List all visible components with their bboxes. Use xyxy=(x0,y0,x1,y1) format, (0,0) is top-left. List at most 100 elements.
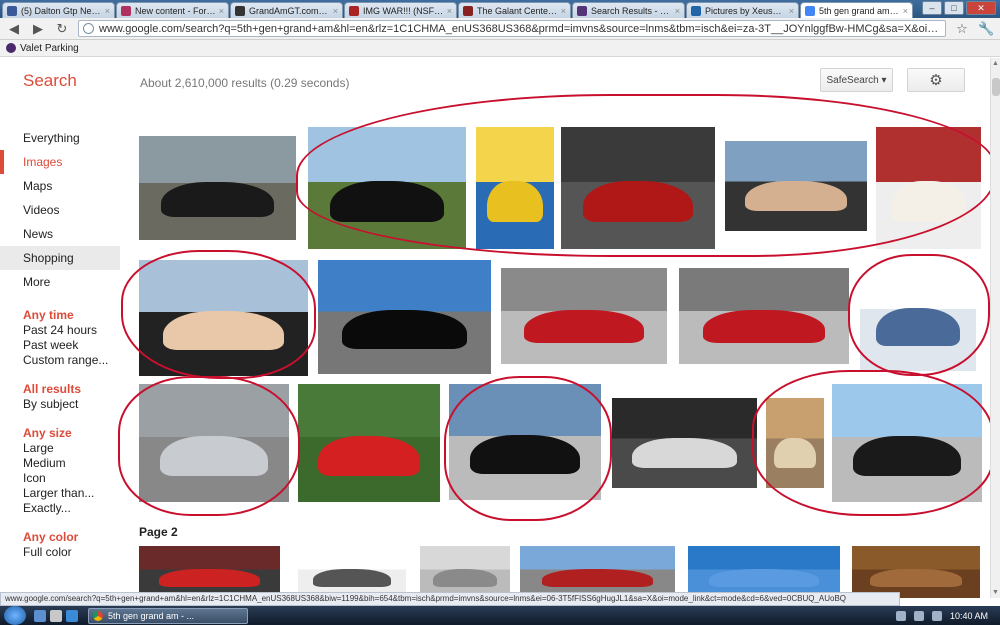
bookmark-star-icon[interactable]: ☆ xyxy=(954,21,970,37)
image-result-thumbnail[interactable] xyxy=(860,258,976,371)
image-result-thumbnail[interactable] xyxy=(298,546,406,598)
filter-option[interactable]: Medium xyxy=(0,456,120,471)
safesearch-button[interactable]: SafeSearch ▾ xyxy=(820,68,893,92)
search-brand[interactable]: Search xyxy=(23,71,77,91)
image-result-thumbnail[interactable] xyxy=(420,546,510,598)
windows-taskbar: 5th gen grand am - ... 10:40 AM xyxy=(0,606,1000,625)
page-2-label: Page 2 xyxy=(139,525,178,539)
bookmarks-bar: Valet Parking xyxy=(0,40,1000,57)
page-scrollbar[interactable]: ▲ ▼ xyxy=(990,58,1000,598)
volume-icon[interactable] xyxy=(931,610,942,621)
image-result-thumbnail[interactable] xyxy=(318,260,491,374)
back-icon[interactable]: ◀ xyxy=(6,21,22,37)
close-tab-icon[interactable]: × xyxy=(789,6,794,16)
browser-tab[interactable]: IMG WAR!!! (NSFW) × xyxy=(344,2,457,18)
filter-option[interactable]: Custom range... xyxy=(0,353,120,368)
minimize-button[interactable]: – xyxy=(922,1,942,15)
browser-tab[interactable]: New content - Forev... × xyxy=(116,2,229,18)
filter-option[interactable]: Exactly... xyxy=(0,501,120,516)
nav-item-more[interactable]: More xyxy=(0,270,120,294)
nav-item-images[interactable]: Images xyxy=(0,150,120,174)
nav-item-maps[interactable]: Maps xyxy=(0,174,120,198)
maximize-button[interactable]: □ xyxy=(944,1,964,15)
image-result-thumbnail[interactable] xyxy=(139,136,296,240)
window-controls: – □ ✕ xyxy=(922,1,996,15)
image-result-thumbnail[interactable] xyxy=(832,384,982,502)
image-result-thumbnail[interactable] xyxy=(449,384,601,500)
tray-icon[interactable] xyxy=(895,610,906,621)
filter-heading[interactable]: Any size xyxy=(0,426,120,441)
browser-tab[interactable]: The Galant Center - G × xyxy=(458,2,571,18)
filter-option[interactable]: Large xyxy=(0,441,120,456)
filter-heading[interactable]: All results xyxy=(0,382,120,397)
bookmark-icon xyxy=(6,43,16,53)
nav-item-everything[interactable]: Everything xyxy=(0,126,120,150)
image-result-thumbnail[interactable] xyxy=(139,384,289,502)
image-result-thumbnail[interactable] xyxy=(766,398,824,488)
image-result-thumbnail[interactable] xyxy=(139,546,280,598)
forward-icon[interactable]: ▶ xyxy=(30,21,46,37)
start-button[interactable] xyxy=(4,606,26,625)
scroll-thumb[interactable] xyxy=(992,78,1000,96)
explorer-icon[interactable] xyxy=(50,609,62,622)
nav-item-news[interactable]: News xyxy=(0,222,120,246)
tab-title: 5th gen grand am - G xyxy=(819,5,900,16)
scroll-down-icon[interactable]: ▼ xyxy=(992,589,999,596)
google-icon xyxy=(805,5,815,16)
close-tab-icon[interactable]: × xyxy=(105,6,110,16)
image-result-thumbnail[interactable] xyxy=(852,546,980,598)
browser-tab[interactable]: Search Results - Full...× xyxy=(572,2,685,18)
quick-launch xyxy=(34,609,78,622)
filter-option[interactable]: By subject xyxy=(0,397,120,412)
image-result-thumbnail[interactable] xyxy=(688,546,840,598)
network-icon[interactable] xyxy=(913,610,924,621)
ie-icon[interactable] xyxy=(66,609,78,622)
nav-item-shopping[interactable]: Shopping xyxy=(0,246,120,270)
status-bar-url: www.google.com/search?q=5th+gen+grand+am… xyxy=(0,592,900,606)
close-tab-icon[interactable]: × xyxy=(447,6,452,16)
image-result-thumbnail[interactable] xyxy=(501,268,667,364)
reload-icon[interactable]: ↻ xyxy=(54,21,70,37)
filter-option[interactable]: Larger than... xyxy=(0,486,120,501)
taskbar-chrome-window[interactable]: 5th gen grand am - ... xyxy=(88,607,248,624)
image-result-thumbnail[interactable] xyxy=(725,141,867,231)
close-tab-icon[interactable]: × xyxy=(333,6,338,16)
close-window-button[interactable]: ✕ xyxy=(966,1,996,15)
filter-option[interactable]: Past 24 hours xyxy=(0,323,120,338)
browser-tab[interactable]: (5) Dalton Gtp Neamt...× xyxy=(2,2,115,18)
image-result-thumbnail[interactable] xyxy=(139,260,308,376)
browser-tab[interactable]: GrandAmGT.com Fo...× xyxy=(230,2,343,18)
image-result-thumbnail[interactable] xyxy=(308,127,466,249)
close-tab-icon[interactable]: × xyxy=(219,6,224,16)
nav-item-videos[interactable]: Videos xyxy=(0,198,120,222)
gear-icon[interactable]: ⚙ xyxy=(907,68,965,92)
browser-tab[interactable]: 5th gen grand am - G × xyxy=(800,2,913,18)
image-result-thumbnail[interactable] xyxy=(612,398,757,488)
wrench-icon[interactable]: 🔧 xyxy=(978,21,994,37)
bookmark-valet-parking[interactable]: Valet Parking xyxy=(20,43,79,54)
image-result-thumbnail[interactable] xyxy=(298,384,440,502)
close-tab-icon[interactable]: × xyxy=(561,6,566,16)
system-tray: 10:40 AM xyxy=(895,610,1000,621)
photo-subject xyxy=(582,180,694,223)
scroll-up-icon[interactable]: ▲ xyxy=(992,60,999,67)
image-result-thumbnail[interactable] xyxy=(679,268,849,364)
address-bar[interactable]: www.google.com/search?q=5th+gen+grand+am… xyxy=(78,20,946,37)
close-tab-icon[interactable]: × xyxy=(675,6,680,16)
image-result-thumbnail[interactable] xyxy=(520,546,675,598)
photo-subject xyxy=(162,311,285,351)
show-desktop-icon[interactable] xyxy=(34,609,46,622)
filter-option[interactable]: Past week xyxy=(0,338,120,353)
photo-subject xyxy=(160,435,268,477)
filter-heading[interactable]: Any color xyxy=(0,530,120,545)
filter-heading[interactable]: Any time xyxy=(0,308,120,323)
url-text: www.google.com/search?q=5th+gen+grand+am… xyxy=(99,22,941,35)
image-result-thumbnail[interactable] xyxy=(876,127,981,249)
browser-tab[interactable]: Pictures by Xeus59 - × xyxy=(686,2,799,18)
filter-option[interactable]: Icon xyxy=(0,471,120,486)
tab-title: GrandAmGT.com Fo... xyxy=(249,5,330,16)
image-result-thumbnail[interactable] xyxy=(561,127,715,249)
close-tab-icon[interactable]: × xyxy=(903,6,908,16)
filter-option[interactable]: Full color xyxy=(0,545,120,560)
image-result-thumbnail[interactable] xyxy=(476,127,554,249)
